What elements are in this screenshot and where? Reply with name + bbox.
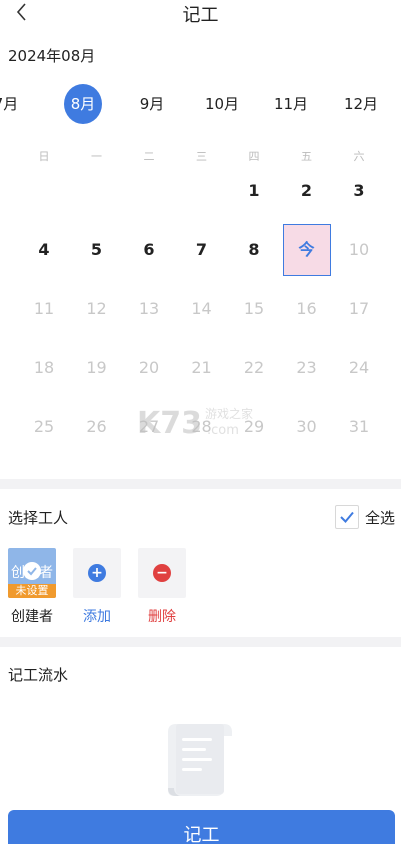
calendar-day[interactable]: 12 <box>71 283 123 335</box>
weekday-label: 日 <box>38 150 50 163</box>
calendar-day[interactable]: 23 <box>281 342 333 394</box>
select-all-toggle[interactable]: 全选 <box>334 503 395 531</box>
selected-check-icon <box>23 562 41 580</box>
calendar-day[interactable]: 7 <box>176 224 228 276</box>
calendar-day[interactable]: 16 <box>281 283 333 335</box>
calendar-day[interactable]: 15 <box>228 283 280 335</box>
worker-name: 创建者 <box>11 609 53 625</box>
minus-circle-icon: − <box>153 564 171 582</box>
section-divider <box>0 479 401 489</box>
weekday-header: 日一二三四五六 <box>0 148 401 166</box>
add-worker-label: 添加 <box>83 609 111 625</box>
calendar-day[interactable]: 1 <box>228 165 280 217</box>
month-tab-active[interactable]: 8月 <box>64 84 102 124</box>
calendar-day[interactable]: 6 <box>123 224 175 276</box>
records-title: 记工流水 <box>8 666 69 684</box>
month-tab[interactable]: 10月 <box>199 84 245 124</box>
plus-circle-icon: + <box>88 564 106 582</box>
scroll-document-icon <box>168 724 232 796</box>
add-worker-tile[interactable]: + <box>73 548 121 598</box>
calendar-day[interactable]: 5 <box>71 224 123 276</box>
svg-text:K73: K73 <box>137 406 202 439</box>
page-title: 记工 <box>182 5 219 26</box>
weekday-label: 三 <box>196 150 207 163</box>
delete-worker-button[interactable]: − 删除 <box>138 548 186 626</box>
select-all-label: 全选 <box>364 508 395 527</box>
top-bar: 记工 <box>0 0 401 28</box>
weekday-label: 六 <box>353 150 365 163</box>
weekday-label: 五 <box>301 150 312 163</box>
calendar-day[interactable]: 30 <box>281 401 333 453</box>
calendar-day[interactable]: 26 <box>71 401 123 453</box>
month-tab[interactable]: 12月 <box>338 84 384 124</box>
unset-badge: 未设置 <box>8 584 56 598</box>
calendar-day[interactable]: 18 <box>18 342 70 394</box>
delete-worker-tile[interactable]: − <box>138 548 186 598</box>
calendar-day[interactable]: 31 <box>333 401 385 453</box>
checkmark-icon <box>340 511 354 523</box>
calendar-day[interactable]: 22 <box>228 342 280 394</box>
worker-creator[interactable]: 创建者 未设置 创建者 <box>8 548 56 626</box>
calendar-day[interactable]: 4 <box>18 224 70 276</box>
weekday-label: 一 <box>91 150 102 163</box>
calendar-day[interactable]: 25 <box>18 401 70 453</box>
calendar-day[interactable]: 24 <box>333 342 385 394</box>
delete-worker-label: 删除 <box>148 609 176 625</box>
calendar-day[interactable]: 14 <box>176 283 228 335</box>
month-tab[interactable]: 11月 <box>268 84 314 124</box>
section-divider <box>0 637 401 647</box>
svg-text:游戏之家: 游戏之家 <box>205 406 253 421</box>
calendar-day[interactable]: 11 <box>18 283 70 335</box>
add-worker-button[interactable]: + 添加 <box>73 548 121 626</box>
calendar-day[interactable]: 20 <box>123 342 175 394</box>
worker-avatar[interactable]: 创建者 未设置 <box>8 548 56 598</box>
weekday-label: 四 <box>248 150 260 163</box>
calendar-day[interactable]: 21 <box>176 342 228 394</box>
calendar-day[interactable]: 17 <box>333 283 385 335</box>
calendar-day[interactable]: 3 <box>333 165 385 217</box>
svg-text:.com: .com <box>207 423 239 438</box>
calendar-day[interactable]: 13 <box>123 283 175 335</box>
month-tab[interactable]: 9月 <box>132 84 172 124</box>
calendar-day[interactable]: 19 <box>71 342 123 394</box>
calendar-day[interactable]: 8 <box>228 224 280 276</box>
k73-watermark-logo: K73 游戏之家 .com <box>137 406 253 439</box>
weekday-label: 二 <box>143 150 155 163</box>
current-month-label: 2024年08月 <box>8 47 96 65</box>
select-all-checkbox[interactable] <box>334 505 359 529</box>
month-tab[interactable]: 7月 <box>0 84 26 124</box>
select-workers-title: 选择工人 <box>8 509 69 527</box>
calendar-day[interactable]: 2 <box>281 165 333 217</box>
submit-record-button[interactable]: 记工 <box>8 810 395 844</box>
calendar-day-today[interactable]: 今 <box>282 224 331 276</box>
month-selector[interactable]: 7月 8月 9月 10月 11月 12月 <box>0 84 401 124</box>
calendar-day[interactable]: 10 <box>333 224 385 276</box>
